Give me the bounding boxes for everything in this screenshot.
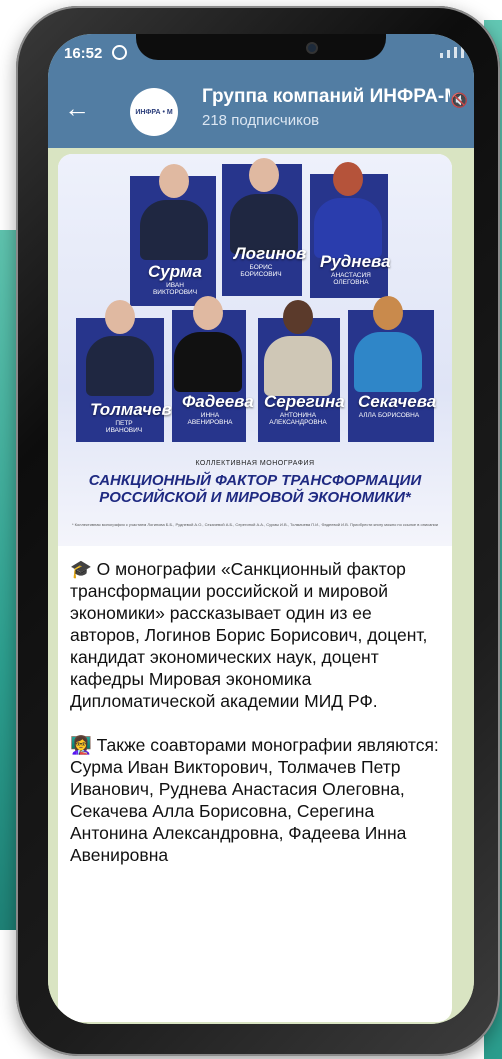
message-bubble: Сурма ИВАН ВИКТОРОВИЧ Логинов БОРИС БОРИ…	[58, 154, 452, 1022]
person-photo	[354, 296, 422, 392]
phone-screen: 16:52 ← ИНФРА • М Группа компаний ИНФРА-…	[48, 34, 474, 1024]
person-photo	[140, 164, 208, 260]
person-photo	[264, 300, 332, 396]
alarm-icon	[112, 45, 127, 60]
subscriber-count: 218 подписчиков	[202, 112, 320, 129]
camera-icon	[306, 42, 318, 54]
person-initials: АНАСТАСИЯ ОЛЕГОВНА	[331, 272, 371, 286]
person-name: Фадеева	[182, 392, 254, 411]
person-name: Руднева	[320, 252, 391, 271]
monograph-title: САНКЦИОННЫЙ ФАКТОР ТРАНСФОРМАЦИИ РОССИЙС…	[88, 472, 422, 506]
person-name: Сурма	[148, 262, 202, 281]
person-initials: ПЕТР ИВАНОВИЧ	[105, 420, 143, 434]
person-name: Секачева	[358, 392, 437, 411]
post-image[interactable]: Сурма ИВАН ВИКТОРОВИЧ Логинов БОРИС БОРИ…	[58, 154, 452, 546]
channel-title[interactable]: Группа компаний ИНФРА-М	[202, 86, 450, 108]
post-paragraph: 🎓 О монографии «Санкционный фактор транс…	[70, 559, 433, 711]
person-initials: ИННА АВЕНИРОВНА	[187, 412, 233, 426]
person-initials: АЛЛА БОРИСОВНА	[358, 412, 420, 419]
notch	[136, 34, 386, 60]
status-bar: 16:52	[48, 34, 474, 74]
person-photo	[86, 300, 154, 396]
monograph-footnote: * Коллективная монография с участием Лог…	[71, 522, 439, 527]
person-photo	[230, 158, 298, 254]
post-text: 🎓 О монографии «Санкционный фактор транс…	[70, 558, 440, 866]
person-initials: БОРИС БОРИСОВИЧ	[240, 264, 282, 278]
muted-icon: 🔇	[450, 92, 468, 108]
chat-area: Сурма ИВАН ВИКТОРОВИЧ Логинов БОРИС БОРИ…	[48, 148, 474, 1024]
person-name: Серегина	[264, 392, 345, 411]
person-name: Толмачев	[90, 400, 172, 419]
person-photo	[314, 162, 382, 258]
person-initials: АНТОНИНА АЛЕКСАНДРОВНА	[269, 412, 327, 426]
monograph-kind: КОЛЛЕКТИВНАЯ МОНОГРАФИЯ	[195, 460, 315, 467]
post-paragraph: 👩‍🏫 Также соавторами монографии являются…	[70, 735, 444, 865]
person-photo	[174, 296, 242, 392]
avatar-logo-text: ИНФРА • М	[135, 108, 173, 116]
person-name: Логинов	[234, 244, 307, 263]
channel-avatar[interactable]: ИНФРА • М	[130, 88, 178, 136]
chat-header: ← ИНФРА • М Группа компаний ИНФРА-М 218 …	[48, 74, 474, 148]
person-initials: ИВАН ВИКТОРОВИЧ	[152, 282, 198, 296]
back-arrow-icon[interactable]: ←	[64, 94, 92, 122]
signal-icons	[440, 44, 464, 58]
status-time: 16:52	[64, 45, 103, 62]
